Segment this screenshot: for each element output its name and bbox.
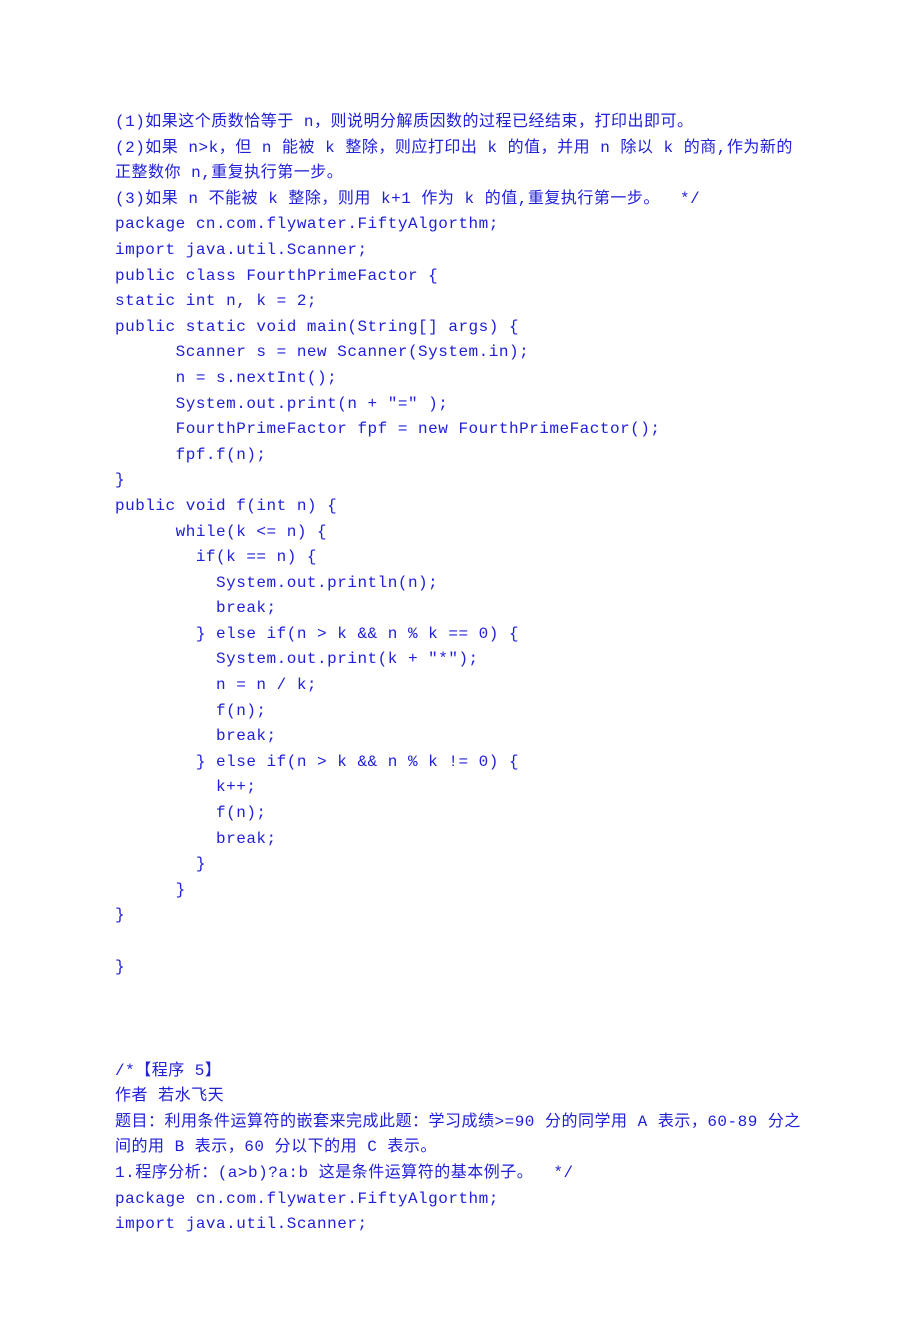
code-line: package cn.com.flywater.FiftyAlgorthm;	[115, 1187, 805, 1213]
code-line: while(k <= n) {	[115, 520, 805, 546]
code-line: break;	[115, 596, 805, 622]
document-page: (1)如果这个质数恰等于 n，则说明分解质因数的过程已经结束，打印出即可。 (2…	[0, 0, 920, 1318]
code-line: public void f(int n) {	[115, 494, 805, 520]
code-line: package cn.com.flywater.FiftyAlgorthm;	[115, 212, 805, 238]
code-line: FourthPrimeFactor fpf = new FourthPrimeF…	[115, 417, 805, 443]
code-line: System.out.print(n + "=" );	[115, 392, 805, 418]
code-line: public class FourthPrimeFactor {	[115, 264, 805, 290]
blank-line	[115, 929, 805, 955]
code-line: import java.util.Scanner;	[115, 1212, 805, 1238]
code-line: } else if(n > k && n % k != 0) {	[115, 750, 805, 776]
code-line: Scanner s = new Scanner(System.in);	[115, 340, 805, 366]
code-line: f(n);	[115, 699, 805, 725]
code-line: }	[115, 878, 805, 904]
code-line: (1)如果这个质数恰等于 n，则说明分解质因数的过程已经结束，打印出即可。	[115, 110, 805, 136]
code-line: k++;	[115, 775, 805, 801]
code-line: (3)如果 n 不能被 k 整除，则用 k+1 作为 k 的值,重复执行第一步。…	[115, 187, 805, 213]
code-line: 1.程序分析：(a>b)?a:b 这是条件运算符的基本例子。 */	[115, 1161, 805, 1187]
code-line: n = n / k;	[115, 673, 805, 699]
code-line: import java.util.Scanner;	[115, 238, 805, 264]
code-line: System.out.println(n);	[115, 571, 805, 597]
code-line: }	[115, 955, 805, 981]
code-line: break;	[115, 724, 805, 750]
code-line: public static void main(String[] args) {	[115, 315, 805, 341]
code-line: }	[115, 903, 805, 929]
code-line: f(n);	[115, 801, 805, 827]
code-line: } else if(n > k && n % k == 0) {	[115, 622, 805, 648]
code-line: }	[115, 852, 805, 878]
code-line: break;	[115, 827, 805, 853]
code-line: }	[115, 468, 805, 494]
blank-line	[115, 1033, 805, 1059]
code-line: System.out.print(k + "*");	[115, 647, 805, 673]
blank-section	[115, 981, 805, 1033]
code-line: if(k == n) {	[115, 545, 805, 571]
code-line: 作者 若水飞天	[115, 1084, 805, 1110]
code-line: /*【程序 5】	[115, 1059, 805, 1085]
code-line: static int n, k = 2;	[115, 289, 805, 315]
code-line: n = s.nextInt();	[115, 366, 805, 392]
code-line: 题目：利用条件运算符的嵌套来完成此题：学习成绩>=90 分的同学用 A 表示，6…	[115, 1110, 805, 1161]
code-line: (2)如果 n>k，但 n 能被 k 整除，则应打印出 k 的值，并用 n 除以…	[115, 136, 805, 187]
code-line: fpf.f(n);	[115, 443, 805, 469]
